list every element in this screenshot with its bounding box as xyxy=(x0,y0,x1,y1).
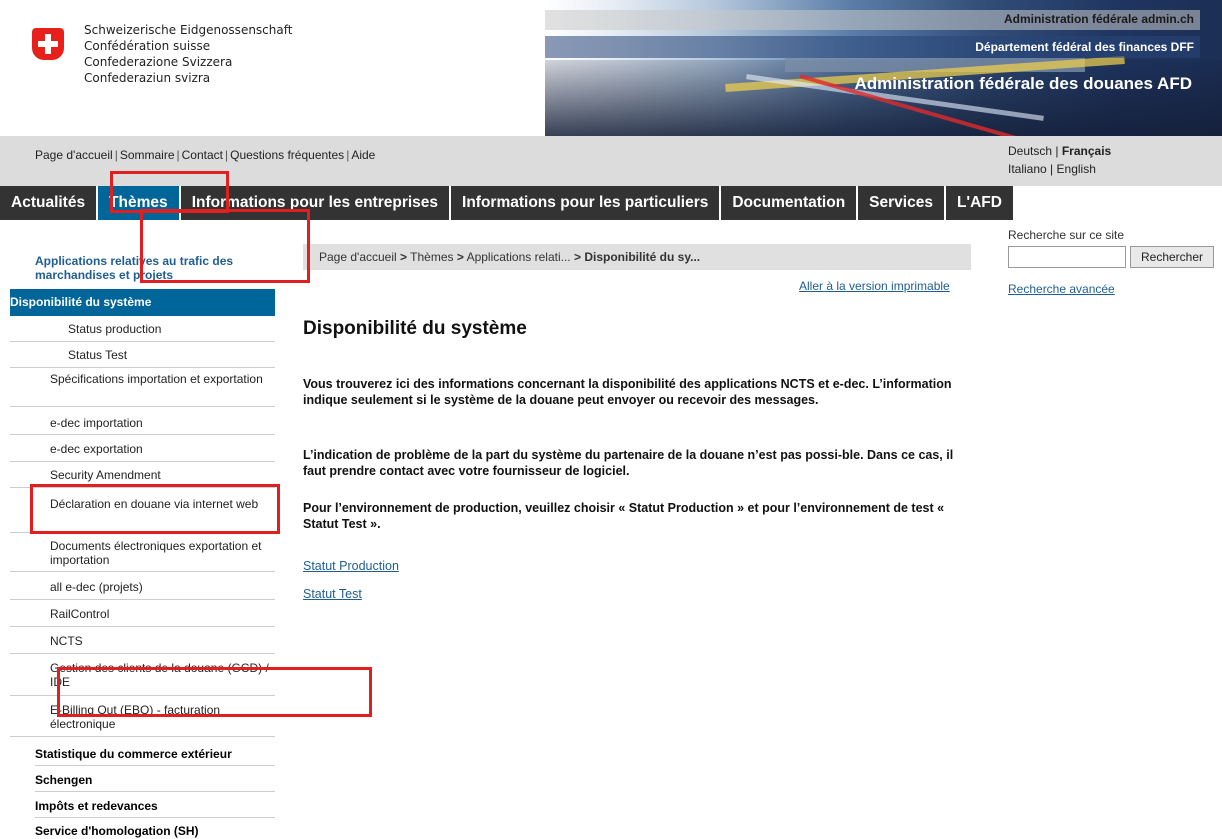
dff-link[interactable]: Département fédéral des finances DFF xyxy=(545,36,1200,58)
print-version-link[interactable]: Aller à la version imprimable xyxy=(799,279,950,293)
left-nav-item-railcontrol[interactable]: RailControl xyxy=(10,601,275,627)
lang-en[interactable]: English xyxy=(1057,162,1096,176)
confederation-name-rm: Confederaziun svizra xyxy=(84,71,211,85)
nav-actualites[interactable]: Actualités xyxy=(0,186,99,220)
service-links: Page d'accueil | Sommaire | Contact | Question… xyxy=(35,147,375,163)
content-paragraph-intro: Vous trouverez ici des informations conc… xyxy=(303,377,952,407)
left-nav-item-statistique[interactable]: Statistique du commerce extérieur xyxy=(35,742,275,766)
left-nav-item-ebilling[interactable]: E-Billing Out (EBO) - facturation électr… xyxy=(10,700,275,737)
confederation-name-de: Schweizerische Eidgenossenschaft xyxy=(84,23,293,37)
confederation-name-it: Confederazione Svizzera xyxy=(84,55,233,69)
nav-services[interactable]: Services xyxy=(858,186,946,220)
left-nav-item-homologation[interactable]: Service d'homologation (SH) xyxy=(35,820,275,839)
left-nav-item-documents-electroniques[interactable]: Documents électroniques exportation et i… xyxy=(10,536,275,572)
nav-entreprises[interactable]: Informations pour les entreprises xyxy=(180,186,452,220)
nav-particuliers[interactable]: Informations pour les particuliers xyxy=(451,186,722,220)
search-label: Recherche sur ce site xyxy=(1008,228,1125,242)
admin-ch-link[interactable]: Administration fédérale admin.ch xyxy=(545,10,1200,30)
service-link-contact[interactable]: Contact xyxy=(182,148,223,162)
left-nav-item-schengen[interactable]: Schengen xyxy=(35,768,275,792)
left-nav-item-status-production[interactable]: Status production xyxy=(10,316,275,342)
left-nav-item-specifications[interactable]: Spécifications importation et exportatio… xyxy=(10,372,275,407)
confederation-name-fr: Confédération suisse xyxy=(84,39,211,53)
left-nav-section-title[interactable]: Applications relatives au trafic des mar… xyxy=(35,254,275,282)
advanced-search-link[interactable]: Recherche avancée xyxy=(1008,282,1115,296)
left-nav-item-impots[interactable]: Impôts et redevances xyxy=(35,794,275,818)
link-statut-test[interactable]: Statut Test xyxy=(303,587,362,601)
search-input[interactable] xyxy=(1008,246,1126,268)
left-nav-item-gcd-ide[interactable]: Gestion des clients de la douane (GCD) /… xyxy=(10,658,275,696)
breadcrumb-separator: > xyxy=(573,250,581,264)
service-link-faq[interactable]: Questions fréquentes xyxy=(230,148,344,162)
content-paragraph-partner: L’indication de problème de la part du s… xyxy=(303,448,954,478)
search-button[interactable]: Rechercher xyxy=(1130,246,1214,268)
nav-documentation[interactable]: Documentation xyxy=(721,186,859,220)
left-nav-item-edec-import[interactable]: e-dec importation xyxy=(10,411,275,435)
lang-it[interactable]: Italiano xyxy=(1008,162,1047,176)
breadcrumb-themes[interactable]: Thèmes xyxy=(410,250,453,264)
left-nav-item-declaration-web[interactable]: Déclaration en douane via internet web xyxy=(10,491,275,533)
service-link-sitemap[interactable]: Sommaire xyxy=(120,148,175,162)
confederation-names: Schweizerische Eidgenossenschaft Confédé… xyxy=(84,22,292,86)
breadcrumb-separator: > xyxy=(400,250,408,264)
separator: | xyxy=(114,148,118,162)
service-link-help[interactable]: Aide xyxy=(351,148,375,162)
left-nav-item-ncts[interactable]: NCTS xyxy=(10,628,275,654)
left-nav-item-edec-export[interactable]: e-dec exportation xyxy=(10,437,275,462)
main-navigation: Actualités Thèmes Informations pour les … xyxy=(0,186,1222,220)
breadcrumb-home[interactable]: Page d'accueil xyxy=(319,250,397,264)
content-paragraph-environment: Pour l’environnement de production, veui… xyxy=(303,501,945,531)
nav-themes[interactable]: Thèmes xyxy=(98,186,181,220)
site-header: Schweizerische Eidgenossenschaft Confédé… xyxy=(0,0,1222,136)
page-title: Disponibilité du système xyxy=(303,318,527,339)
office-title: Administration fédérale des douanes AFD xyxy=(854,74,1192,93)
separator: | xyxy=(1055,144,1059,158)
link-statut-production[interactable]: Statut Production xyxy=(303,559,399,573)
breadcrumb-current: Disponibilité du sy... xyxy=(584,250,701,264)
lang-de[interactable]: Deutsch xyxy=(1008,144,1052,158)
language-switcher: Deutsch | Français Italiano | English xyxy=(1008,142,1111,178)
lang-fr: Français xyxy=(1061,144,1112,158)
left-nav-item-active[interactable]: Disponibilité du système xyxy=(10,289,275,316)
service-bar: Page d'accueil | Sommaire | Contact | Question… xyxy=(0,136,1222,186)
breadcrumb-applications[interactable]: Applications relati... xyxy=(467,250,571,264)
service-link-home[interactable]: Page d'accueil xyxy=(35,148,113,162)
breadcrumb-separator: > xyxy=(456,250,464,264)
left-nav-item-all-edec[interactable]: all e-dec (projets) xyxy=(10,575,275,600)
breadcrumb: Page d'accueil > Thèmes > Applications r… xyxy=(303,244,971,270)
left-nav-item-status-test[interactable]: Status Test xyxy=(10,342,275,368)
separator: | xyxy=(1050,162,1054,176)
nav-afd[interactable]: L'AFD xyxy=(945,186,1015,220)
separator: | xyxy=(176,148,180,162)
swiss-flag-logo[interactable] xyxy=(32,28,64,60)
flag-cross-horizontal xyxy=(38,41,58,47)
left-nav-item-security-amendment[interactable]: Security Amendment xyxy=(10,463,275,488)
